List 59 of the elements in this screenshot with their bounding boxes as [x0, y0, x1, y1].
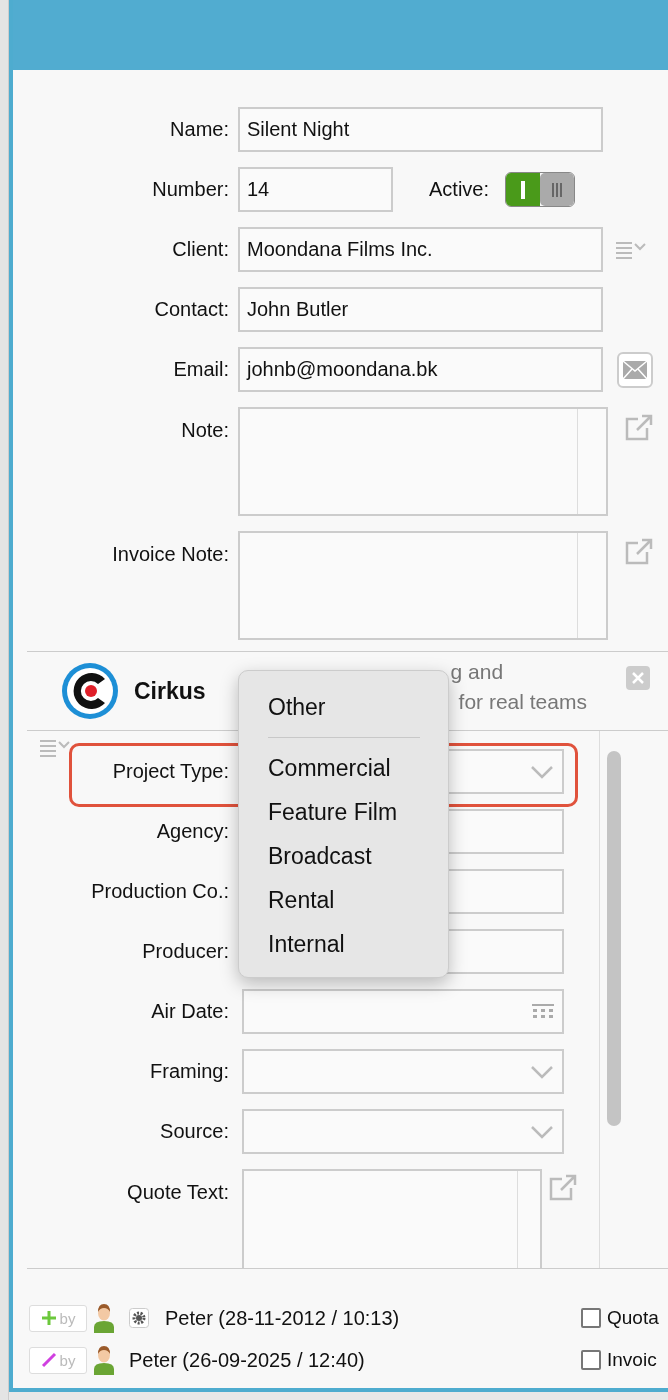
field-label: Framing:: [149, 1060, 229, 1083]
dropdown-field[interactable]: [242, 1109, 564, 1154]
chevron-down-icon: [530, 764, 554, 779]
date-field[interactable]: [242, 989, 564, 1034]
field-label: Name:: [169, 118, 229, 141]
menu-item[interactable]: Rental: [239, 878, 448, 922]
text-area[interactable]: [238, 531, 608, 640]
toggle-switch[interactable]: [505, 172, 576, 207]
field-label: Number:: [151, 178, 229, 201]
checkbox[interactable]: Invoic: [581, 1339, 659, 1381]
input-field[interactable]: Moondana Films Inc.: [238, 227, 603, 272]
external-link-icon[interactable]: [624, 413, 654, 443]
mail-icon[interactable]: [617, 351, 653, 388]
field-label: Client:: [171, 238, 229, 261]
modified-by-badge: by: [29, 1346, 87, 1374]
field-label: Note:: [180, 418, 229, 442]
menu-item[interactable]: Other: [239, 685, 448, 729]
checkbox-box[interactable]: [581, 1308, 601, 1328]
menu-item[interactable]: Broadcast: [239, 834, 448, 878]
field-label: Invoice Note:: [111, 542, 229, 566]
chevron-down-icon: [530, 1064, 554, 1079]
field-label: Quote Text:: [126, 1180, 229, 1204]
tagline-text: g and: [450, 659, 504, 685]
gear-icon[interactable]: [129, 1308, 149, 1328]
external-link-icon[interactable]: [548, 1173, 578, 1203]
brand-name: Cirkus: [134, 677, 206, 705]
field-label: Source:: [159, 1120, 229, 1143]
logo-icon: [60, 661, 120, 721]
text-area[interactable]: [242, 1169, 542, 1268]
input-field[interactable]: Silent Night: [238, 107, 603, 152]
menu-item[interactable]: Feature Film: [239, 790, 448, 834]
created-by-badge: by: [29, 1304, 87, 1332]
field-label: Project Type:: [111, 760, 229, 783]
field-label: Producer:: [141, 940, 229, 963]
avatar-icon: [93, 1345, 115, 1375]
list-menu-icon[interactable]: [39, 737, 71, 759]
field-label: Production Co.:: [90, 880, 229, 903]
tagline-text: for real teams: [458, 689, 587, 715]
field-label: Agency:: [155, 820, 229, 843]
text-area[interactable]: [238, 407, 608, 516]
external-link-icon[interactable]: [624, 537, 654, 567]
input-field[interactable]: John Butler: [238, 287, 603, 332]
calendar-icon[interactable]: [532, 1003, 554, 1020]
dropdown-field[interactable]: [242, 1049, 564, 1094]
field-label: Contact:: [153, 298, 229, 321]
menu-item[interactable]: Internal: [239, 922, 448, 966]
field-label: Active:: [429, 178, 490, 201]
field-label: Email:: [172, 358, 229, 381]
modified-info: Peter (26-09-2025 / 12:40): [129, 1348, 365, 1372]
input-field[interactable]: johnb@moondana.bk: [238, 347, 603, 392]
close-icon[interactable]: [626, 666, 650, 690]
field-label: Air Date:: [150, 1000, 229, 1023]
avatar-icon: [93, 1303, 115, 1333]
checkbox[interactable]: Quota: [581, 1297, 659, 1339]
menu-item[interactable]: Commercial: [239, 746, 448, 790]
input-field[interactable]: 14: [238, 167, 393, 212]
created-info: Peter (28-11-2012 / 10:13): [165, 1306, 400, 1330]
chevron-down-icon: [530, 1124, 554, 1139]
checkbox-box[interactable]: [581, 1350, 601, 1370]
